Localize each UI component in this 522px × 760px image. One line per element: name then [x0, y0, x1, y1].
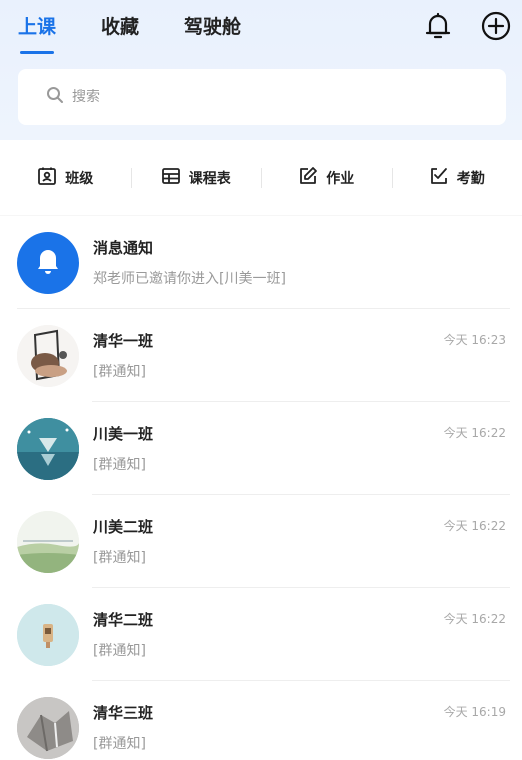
- class-name: 清华三班: [93, 704, 154, 722]
- avatar: [17, 696, 79, 759]
- timestamp: 今天 16:22: [443, 612, 506, 626]
- class-name: 清华一班: [93, 332, 154, 350]
- search-input[interactable]: [72, 89, 452, 105]
- list-item[interactable]: 清华二班 [群通知] 今天 16:22: [0, 588, 522, 681]
- avatar: [17, 603, 79, 666]
- tab-class[interactable]: 上课: [18, 12, 56, 54]
- notice-info: 消息通知 郑老师已邀请你进入[川美一班]: [93, 237, 286, 288]
- table-icon: [161, 166, 181, 190]
- quick-class-label: 班级: [65, 170, 94, 187]
- quick-schedule-label: 课程表: [188, 170, 231, 187]
- plus-circle-icon[interactable]: [480, 10, 512, 42]
- bell-icon[interactable]: [422, 10, 454, 42]
- list-item[interactable]: 清华三班 [群通知] 今天 16:19: [0, 681, 522, 760]
- list-item[interactable]: 川美二班 [群通知] 今天 16:22: [0, 495, 522, 588]
- class-name: 清华二班: [93, 611, 154, 629]
- class-tag: [群通知]: [93, 364, 146, 380]
- class-tag: [群通知]: [93, 457, 146, 473]
- notice-subtitle: 郑老师已邀请你进入[川美一班]: [93, 271, 286, 287]
- quick-actions: 班级 课程表 作业 考勤: [0, 140, 522, 216]
- timestamp: 今天 16:22: [443, 519, 506, 533]
- tab-bar: 上课 收藏 驾驶舱: [18, 12, 286, 54]
- class-tag: [群通知]: [93, 643, 146, 659]
- header-actions: [422, 10, 512, 42]
- list-item-info: 川美一班 [群通知]: [93, 423, 153, 474]
- search-icon: [46, 86, 64, 108]
- notification-bell-icon: [33, 246, 63, 280]
- avatar: [17, 510, 79, 573]
- list-item[interactable]: 清华一班 [群通知] 今天 16:23: [0, 309, 522, 402]
- class-tag: [群通知]: [93, 550, 146, 566]
- quick-attendance-button[interactable]: 考勤: [391, 166, 522, 190]
- notice-title: 消息通知: [93, 239, 154, 257]
- notice-avatar: [17, 231, 79, 294]
- conversation-list: 消息通知 郑老师已邀请你进入[川美一班] 清华一班 [群通知] 今天 16:23: [0, 216, 522, 760]
- quick-homework-button[interactable]: 作业: [261, 166, 392, 190]
- class-name: 川美一班: [93, 425, 154, 443]
- timestamp: 今天 16:23: [443, 333, 506, 347]
- notice-row[interactable]: 消息通知 郑老师已邀请你进入[川美一班]: [0, 216, 522, 309]
- tab-favorites[interactable]: 收藏: [101, 12, 139, 48]
- quick-class-button[interactable]: 班级: [0, 166, 131, 190]
- list-item-info: 清华二班 [群通知]: [93, 609, 153, 660]
- avatar: [17, 324, 79, 387]
- edit-icon: [298, 166, 318, 190]
- class-tag: [群通知]: [93, 736, 146, 752]
- list-item[interactable]: 川美一班 [群通知] 今天 16:22: [0, 402, 522, 495]
- timestamp: 今天 16:22: [443, 426, 506, 440]
- tab-cockpit[interactable]: 驾驶舱: [184, 12, 241, 48]
- list-item-info: 清华三班 [群通知]: [93, 702, 153, 753]
- top-header: 上课 收藏 驾驶舱: [0, 0, 522, 140]
- quick-homework-label: 作业: [326, 170, 355, 187]
- list-item-info: 川美二班 [群通知]: [93, 516, 153, 567]
- checklist-icon: [429, 166, 449, 190]
- class-name: 川美二班: [93, 518, 154, 536]
- class-icon: [37, 166, 57, 190]
- timestamp: 今天 16:19: [443, 705, 506, 719]
- quick-attendance-label: 考勤: [456, 170, 485, 187]
- quick-schedule-button[interactable]: 课程表: [130, 166, 262, 190]
- list-item-info: 清华一班 [群通知]: [93, 330, 153, 381]
- search-bar[interactable]: [18, 69, 506, 125]
- avatar: [17, 417, 79, 480]
